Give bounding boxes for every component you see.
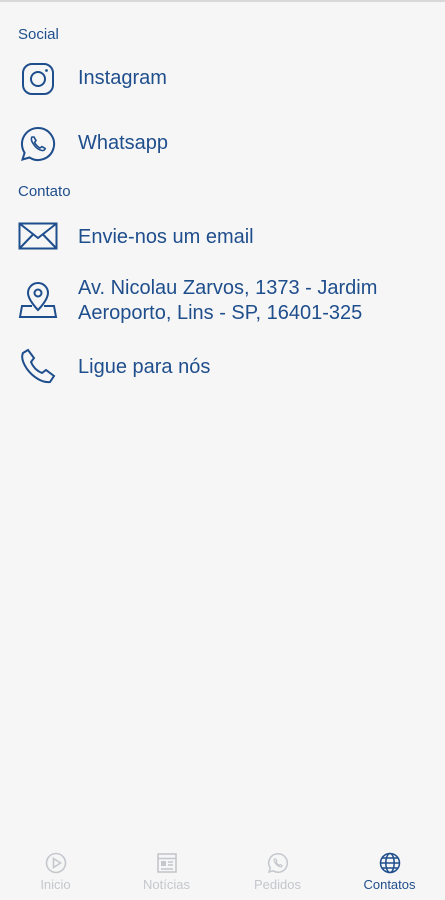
nav-noticias[interactable]: Notícias	[111, 834, 222, 900]
mail-icon	[18, 216, 58, 256]
bottom-navigation: Inicio Notícias Pedidos Contatos	[0, 834, 445, 900]
nav-inicio[interactable]: Inicio	[0, 834, 111, 900]
phone-label: Ligue para nós	[78, 356, 211, 378]
nav-noticias-label: Notícias	[143, 877, 190, 892]
play-circle-icon	[45, 852, 67, 874]
nav-contatos-label: Contatos	[363, 877, 416, 892]
nav-pedidos[interactable]: Pedidos	[222, 834, 333, 900]
whatsapp-icon	[18, 124, 58, 164]
nav-pedidos-label: Pedidos	[254, 877, 301, 892]
phone-link[interactable]: Ligue para nós	[0, 345, 445, 387]
top-divider	[0, 0, 445, 2]
instagram-label: Instagram	[78, 67, 167, 89]
section-title-contato: Contato	[18, 183, 71, 200]
instagram-icon	[18, 59, 58, 99]
email-label: Envie-nos um email	[78, 226, 254, 248]
map-pin-icon	[18, 280, 58, 320]
instagram-link[interactable]: Instagram	[0, 58, 445, 100]
nav-inicio-label: Inicio	[40, 877, 71, 892]
email-link[interactable]: Envie-nos um email	[0, 215, 445, 257]
whatsapp-link[interactable]: Whatsapp	[0, 123, 445, 165]
whatsapp-icon	[267, 852, 289, 874]
phone-icon	[18, 346, 58, 386]
address-link[interactable]: Av. Nicolau Zarvos, 1373 - Jardim Aeropo…	[0, 276, 445, 328]
newspaper-icon	[156, 852, 178, 874]
globe-icon	[379, 852, 401, 874]
whatsapp-label: Whatsapp	[78, 132, 169, 154]
section-title-social: Social	[18, 26, 59, 43]
nav-contatos[interactable]: Contatos	[334, 834, 445, 900]
address-label: Av. Nicolau Zarvos, 1373 - Jardim Aeropo…	[78, 277, 378, 324]
